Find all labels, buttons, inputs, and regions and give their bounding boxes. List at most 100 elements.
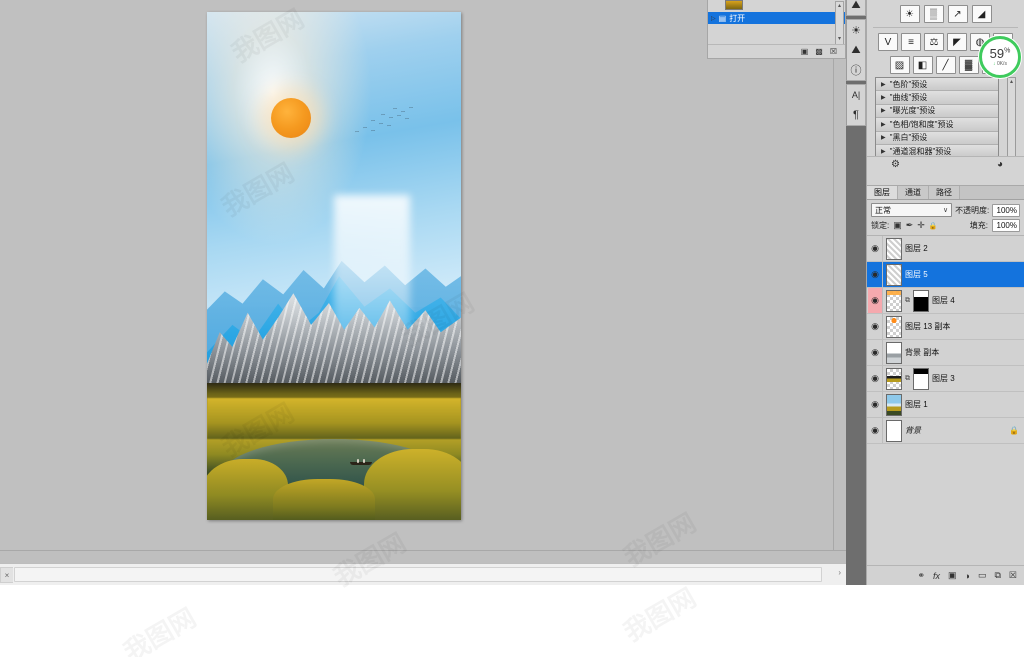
- layer-thumbnail[interactable]: [886, 393, 902, 416]
- table-row[interactable]: ◉ ⧉ 图层 4: [867, 288, 1024, 314]
- history-scrollbar[interactable]: ▴ ▾: [835, 1, 844, 45]
- adjustment-layer-icon[interactable]: ◑: [965, 571, 970, 581]
- gradient-map-icon[interactable]: ▓: [958, 56, 979, 74]
- layer-thumbnail[interactable]: [886, 341, 902, 364]
- adjustments-panel[interactable]: ☀ ▒ ↗ ◢ V ≡ ⚖ ◤ ◍ ◑ ▨ ◧ ╱ ▓ ⋈: [866, 0, 1024, 185]
- curves-icon[interactable]: ↗: [947, 5, 968, 23]
- create-document-icon[interactable]: ▣: [801, 47, 809, 56]
- adjustments-icon[interactable]: ☀: [847, 20, 865, 40]
- history-footer: ▣ ▩ ☒: [708, 44, 845, 58]
- expand-triangle-icon[interactable]: ▷: [711, 15, 716, 22]
- layer-mask-thumbnail[interactable]: [913, 289, 929, 312]
- history-panel[interactable]: ▷ ▤ 打开 ▴ ▾ ▣ ▩ ☒: [707, 0, 846, 59]
- eye-icon[interactable]: ◉: [868, 236, 883, 261]
- collapsed-panel-dock[interactable]: ⛰ ☀ ⛰ ⓘ A| ¶: [846, 0, 866, 585]
- table-row[interactable]: ◉ 图层 1: [867, 392, 1024, 418]
- history-scroll-down[interactable]: ▾: [836, 35, 843, 44]
- preset-hue-saturation[interactable]: ▶ "色相/饱和度"预设: [876, 118, 998, 132]
- new-group-icon[interactable]: ▭: [978, 570, 987, 581]
- eye-icon[interactable]: ◉: [868, 262, 883, 287]
- document-tab-strip[interactable]: × ›: [0, 563, 846, 585]
- exposure-icon[interactable]: ◢: [971, 5, 992, 23]
- preset-curves[interactable]: ▶ "曲线"预设: [876, 91, 998, 105]
- masks-icon[interactable]: ⛰: [847, 40, 865, 60]
- history-scroll-up[interactable]: ▴: [836, 2, 843, 11]
- layer-thumbnail[interactable]: [886, 315, 902, 338]
- preset-exposure[interactable]: ▶ "曝光度"预设: [876, 104, 998, 119]
- layer-thumbnail[interactable]: [886, 263, 902, 286]
- layers-list[interactable]: ◉ 图层 2 ◉ 图层 5 ◉ ⧉ 图层 4 ◉ 图层 13 副本 ◉ 背景 副…: [867, 235, 1024, 444]
- eye-icon[interactable]: ◉: [868, 366, 883, 391]
- eye-icon[interactable]: ◉: [868, 288, 883, 313]
- vibrance-icon[interactable]: V: [878, 33, 898, 51]
- lock-position-icon[interactable]: ✛: [917, 220, 925, 231]
- character-icon[interactable]: A|: [847, 85, 865, 105]
- lock-transparent-icon[interactable]: ▣: [893, 220, 902, 231]
- canvas-vertical-scrollbar[interactable]: ▴ ▾: [833, 0, 846, 563]
- eye-icon[interactable]: ◉: [868, 392, 883, 417]
- blend-mode-select[interactable]: 正常 ∨: [871, 203, 953, 217]
- lock-all-icon[interactable]: 🔒: [929, 222, 938, 230]
- lock-image-icon[interactable]: ✒: [906, 220, 914, 231]
- layer-style-icon[interactable]: fx: [933, 571, 940, 581]
- tab-scroll-track[interactable]: [14, 567, 822, 582]
- layer-name: 图层 3: [932, 374, 955, 383]
- posterize-icon[interactable]: ◧: [912, 56, 933, 74]
- layer-thumbnail[interactable]: [886, 419, 902, 442]
- link-layers-icon[interactable]: ⚭: [917, 570, 925, 581]
- table-row[interactable]: ◉ 背景 🔒: [867, 418, 1024, 444]
- add-mask-icon[interactable]: ▣: [948, 570, 957, 581]
- layer-thumbnail[interactable]: [886, 367, 902, 390]
- history-step-open[interactable]: ▷ ▤ 打开: [708, 12, 845, 24]
- mask-link-icon[interactable]: ⧉: [905, 297, 910, 305]
- artwork-image[interactable]: [207, 12, 461, 520]
- invert-icon[interactable]: ▨: [889, 56, 910, 74]
- toggle-layer-visibility-icon[interactable]: ◕: [997, 159, 1003, 170]
- layer-thumbnail[interactable]: [886, 237, 902, 260]
- delete-state-icon[interactable]: ☒: [830, 47, 837, 56]
- table-row[interactable]: ◉ 图层 13 副本: [867, 314, 1024, 340]
- preset-black-white[interactable]: ▶ "黑白"预设: [876, 131, 998, 145]
- create-snapshot-icon[interactable]: ▩: [815, 47, 823, 56]
- levels-icon[interactable]: ▒: [923, 5, 944, 23]
- masks-icon-top[interactable]: ⛰: [847, 0, 865, 15]
- threshold-icon[interactable]: ╱: [935, 56, 956, 74]
- hue-saturation-icon[interactable]: ≡: [901, 33, 921, 51]
- tab-layers[interactable]: 图层: [867, 186, 898, 199]
- paragraph-icon[interactable]: ¶: [847, 105, 865, 125]
- black-white-icon[interactable]: ◤: [947, 33, 967, 51]
- canvas-horizontal-scrollbar[interactable]: [0, 550, 846, 563]
- lock-row: 锁定: ▣ ✒ ✛ 🔒 填充: 100%: [867, 219, 1024, 235]
- layers-panel[interactable]: 图层 通道 路径 正常 ∨ 不透明度: 100% 锁定: ▣ ✒ ✛ 🔒 填充:…: [866, 185, 1024, 585]
- new-layer-icon[interactable]: ⧉: [994, 570, 1000, 581]
- table-row[interactable]: ◉ 图层 2: [867, 236, 1024, 262]
- fill-input[interactable]: 100%: [992, 219, 1020, 232]
- preset-levels[interactable]: ▶ "色阶"预设: [876, 78, 998, 92]
- mask-link-icon[interactable]: ⧉: [905, 375, 910, 383]
- tab-paths[interactable]: 路径: [929, 186, 960, 199]
- layer-mask-thumbnail[interactable]: [913, 367, 929, 390]
- info-icon[interactable]: ⓘ: [847, 60, 865, 80]
- grass-band: [207, 398, 461, 439]
- tab-channels[interactable]: 通道: [898, 186, 929, 199]
- download-progress-ring[interactable]: 59% ↓ 0K/s: [979, 36, 1021, 78]
- layer-thumbnail[interactable]: [886, 289, 902, 312]
- tab-scroll-right-arrow[interactable]: ›: [838, 568, 841, 577]
- eye-icon[interactable]: ◉: [868, 314, 883, 339]
- layers-panel-tabs[interactable]: 图层 通道 路径: [867, 186, 1024, 200]
- table-row[interactable]: ◉ ⧉ 图层 3: [867, 366, 1024, 392]
- return-to-list-icon[interactable]: ⚙: [891, 159, 900, 170]
- color-balance-icon[interactable]: ⚖: [924, 33, 944, 51]
- table-row[interactable]: ◉ 背景 副本: [867, 340, 1024, 366]
- presets-scroll-up[interactable]: ▴: [1008, 78, 1015, 87]
- table-row[interactable]: ◉ 图层 5: [867, 262, 1024, 288]
- chevron-right-icon: ▶: [881, 95, 886, 102]
- eye-icon[interactable]: ◉: [868, 418, 883, 443]
- chevron-right-icon: ▶: [881, 108, 886, 115]
- brightness-contrast-icon[interactable]: ☀: [899, 5, 920, 23]
- opacity-input[interactable]: 100%: [992, 203, 1020, 217]
- close-tab-icon[interactable]: ×: [0, 567, 13, 583]
- eye-icon[interactable]: ◉: [868, 340, 883, 365]
- document-canvas-area[interactable]: ▴ ▾ × ›: [0, 0, 846, 585]
- delete-layer-icon[interactable]: ☒: [1009, 570, 1017, 581]
